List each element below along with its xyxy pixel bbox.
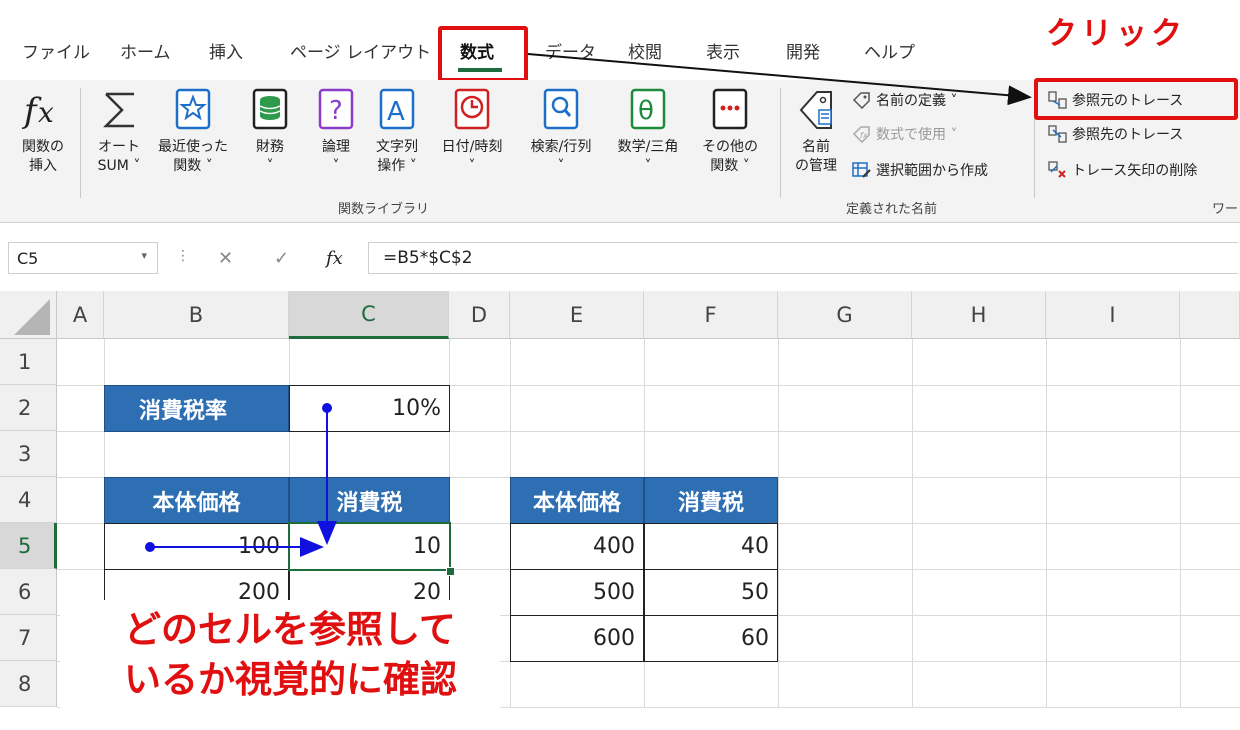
enter-icon[interactable]: ✓	[274, 248, 289, 269]
formula-bar: C5 ▾ ⋮ ✕ ✓ fx =B5*$C$2	[0, 236, 1240, 282]
formula-bar-grip-icon: ⋮	[176, 248, 190, 264]
formula-input[interactable]: =B5*$C$2	[368, 242, 1238, 274]
visual-check-callout: どのセルを参照して いるか視覚的に確認	[118, 605, 463, 705]
name-box-dropdown-icon[interactable]: ▾	[141, 249, 147, 262]
callout-line2: いるか視覚的に確認	[124, 658, 457, 701]
callout-line1: どのセルを参照して	[124, 608, 456, 651]
insert-function-icon[interactable]: fx	[326, 248, 343, 269]
cancel-icon[interactable]: ✕	[218, 248, 233, 269]
name-box-value: C5	[17, 249, 39, 268]
name-box[interactable]: C5 ▾	[8, 242, 158, 274]
